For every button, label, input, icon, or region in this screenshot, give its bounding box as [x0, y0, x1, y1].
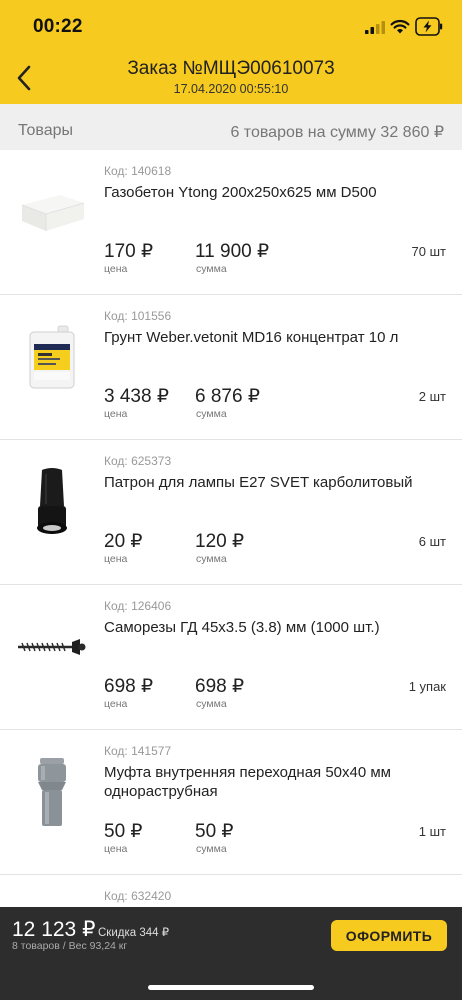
- item-price-label: цена: [104, 408, 128, 420]
- cart-discount: Скидка 344 ₽: [98, 927, 170, 939]
- item-sum: 698 ₽: [195, 676, 245, 697]
- item-price: 3 438 ₽: [104, 386, 169, 407]
- item-name: Патрон для лампы E27 SVET карболитовый: [104, 474, 413, 491]
- item-sum-label: сумма: [196, 408, 227, 420]
- item-price-label: цена: [104, 553, 128, 565]
- summary-title: Товары: [18, 122, 74, 139]
- item-name: Саморезы ГД 45x3.5 (3.8) мм (1000 шт.): [104, 619, 380, 636]
- item-price: 698 ₽: [104, 676, 154, 697]
- status-time: 00:22: [33, 16, 83, 37]
- item-sum-label: сумма: [196, 553, 227, 565]
- item-price: 50 ₽: [104, 821, 143, 842]
- checkout-button[interactable]: ОФОРМИТЬ: [331, 920, 447, 951]
- screw-icon: [16, 611, 88, 683]
- item-sum-label: сумма: [196, 263, 227, 275]
- item-name: Грунт Weber.vetonit MD16 концентрат 10 л: [104, 329, 399, 346]
- item-quantity: 1 упак: [408, 679, 446, 694]
- home-indicator: [148, 985, 314, 990]
- cart-footer: 12 123 ₽ Скидка 344 ₽ 8 товаров / Вес 93…: [0, 907, 462, 1000]
- list-item[interactable]: Код: 101556 Грунт Weber.vetonit MD16 кон…: [0, 295, 462, 440]
- header: 00:22 Заказ №МЩЭ00610073 17.04.2020 00:5…: [0, 0, 462, 104]
- cellular-signal-icon: [365, 21, 385, 34]
- item-sum: 120 ₽: [195, 531, 245, 552]
- list-item[interactable]: Код: 140618 Газобетон Ytong 200x250x625 …: [0, 150, 462, 295]
- item-sum: 6 876 ₽: [195, 386, 260, 407]
- item-sum-label: сумма: [196, 843, 227, 855]
- item-quantity: 2 шт: [418, 389, 446, 404]
- item-price-label: цена: [104, 263, 128, 275]
- item-code: Код: 140618: [104, 164, 172, 178]
- cart-total: 12 123 ₽: [12, 918, 96, 941]
- item-code: Код: 126406: [104, 599, 172, 613]
- item-code: Код: 101556: [104, 309, 172, 323]
- lamp-socket-icon: [16, 466, 88, 538]
- item-sum: 11 900 ₽: [195, 241, 270, 262]
- item-quantity: 1 шт: [418, 824, 446, 839]
- order-datetime: 17.04.2020 00:55:10: [173, 82, 289, 96]
- item-quantity: 70 шт: [411, 244, 446, 259]
- list-item[interactable]: Код: 141577 Муфта внутренняя переходная …: [0, 730, 462, 875]
- page-title: Заказ №МЩЭ00610073: [127, 58, 335, 79]
- pipe-coupling-icon: [16, 756, 88, 828]
- primer-canister-icon: [16, 321, 88, 393]
- status-bar: 00:22: [0, 0, 462, 50]
- cart-meta: 8 товаров / Вес 93,24 кг: [12, 940, 128, 952]
- aerated-block-icon: [16, 176, 88, 248]
- item-sum-label: сумма: [196, 698, 227, 710]
- item-price: 170 ₽: [104, 241, 154, 262]
- summary-bar: Товары 6 товаров на сумму 32 860 ₽: [0, 104, 462, 150]
- item-name: Муфта внутренняя переходная 50x40 мм одн…: [104, 764, 391, 800]
- list-item[interactable]: Код: 625373 Патрон для лампы E27 SVET ка…: [0, 440, 462, 585]
- item-price-label: цена: [104, 843, 128, 855]
- item-code: Код: 625373: [104, 454, 172, 468]
- item-code: Код: 141577: [104, 744, 172, 758]
- item-sum: 50 ₽: [195, 821, 234, 842]
- summary-total: 6 товаров на сумму 32 860 ₽: [230, 124, 444, 141]
- item-price: 20 ₽: [104, 531, 143, 552]
- item-price-label: цена: [104, 698, 128, 710]
- item-name: Газобетон Ytong 200x250x625 мм D500: [104, 184, 377, 201]
- item-code: Код: 632420: [104, 889, 172, 903]
- wifi-icon: [390, 19, 410, 34]
- item-quantity: 6 шт: [418, 534, 446, 549]
- list-item[interactable]: Код: 126406 Саморезы ГД 45x3.5 (3.8) мм …: [0, 585, 462, 730]
- battery-charging-icon: [415, 17, 443, 36]
